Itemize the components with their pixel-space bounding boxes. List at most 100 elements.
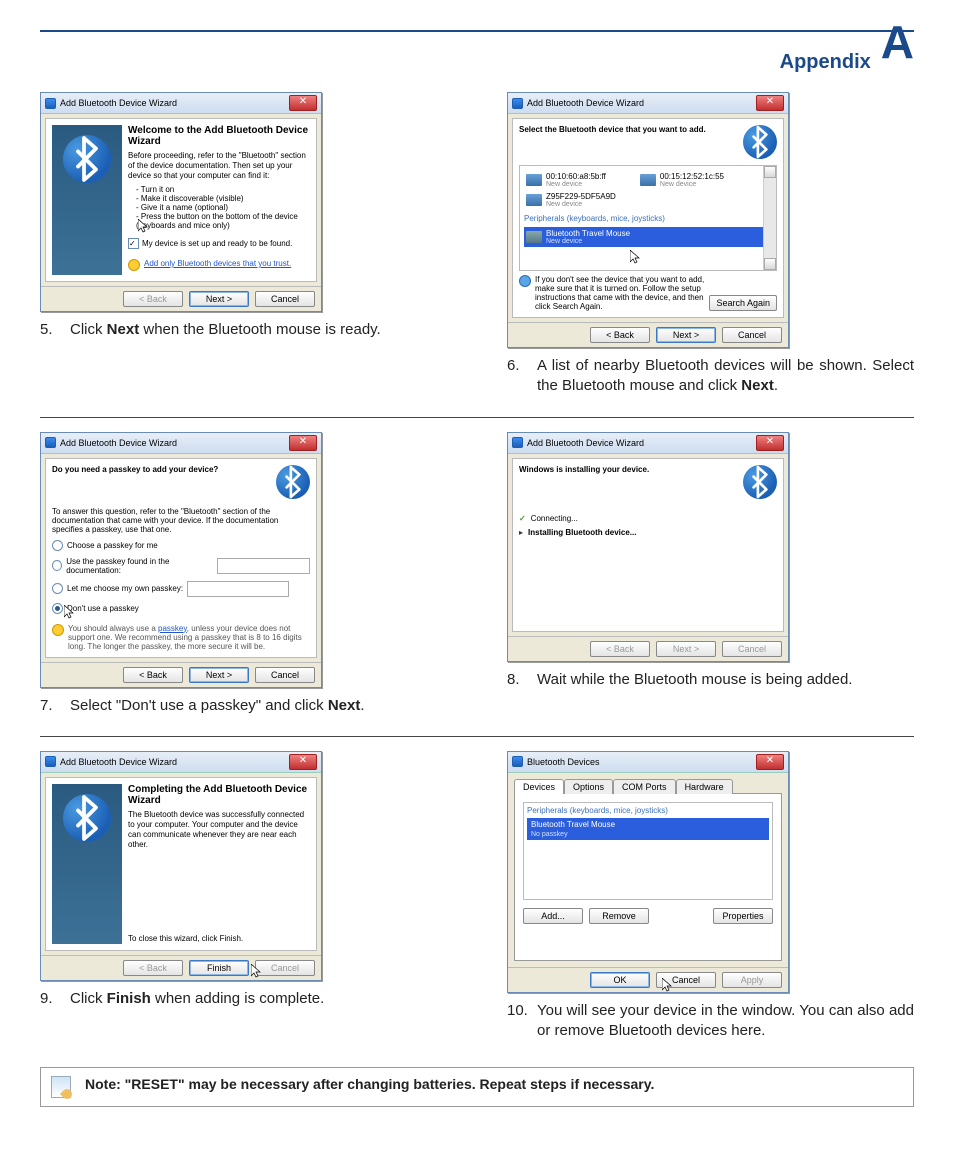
hint-text: If you don't see the device that you wan…	[535, 275, 705, 311]
next-button[interactable]: Next >	[656, 641, 716, 657]
back-button[interactable]: < Back	[590, 641, 650, 657]
step-number: 10.	[507, 1001, 523, 1042]
dialog-heading: Completing the Add Bluetooth Device Wiza…	[128, 784, 310, 806]
installing-heading: Windows is installing your device.	[519, 465, 777, 474]
passkey-field[interactable]	[187, 581, 289, 597]
passkey-option-2[interactable]: Use the passkey found in the documentati…	[52, 557, 310, 575]
divider	[40, 417, 914, 418]
step-7: Add Bluetooth Device Wizard ✕ Do you nee…	[40, 432, 447, 716]
device-item-selected[interactable]: Bluetooth Travel Mouse No passkey	[527, 818, 769, 840]
back-button[interactable]: < Back	[123, 960, 183, 976]
step-text: Wait while the Bluetooth mouse is being …	[537, 670, 914, 690]
bluetooth-logo	[63, 135, 111, 183]
device-category: Peripherals (keyboards, mice, joysticks)	[524, 214, 772, 223]
passkey-question: Do you need a passkey to add your device…	[52, 465, 310, 474]
cancel-button[interactable]: Cancel	[722, 327, 782, 343]
cursor-icon	[138, 219, 148, 233]
back-button[interactable]: < Back	[123, 667, 183, 683]
status-connecting: ✓Connecting...	[519, 514, 777, 523]
bluetooth-icon	[45, 437, 56, 448]
next-button[interactable]: Next >	[189, 667, 249, 683]
check-icon: ✓	[519, 514, 526, 523]
passkey-option-1[interactable]: Choose a passkey for me	[52, 540, 310, 551]
ok-button[interactable]: OK	[590, 972, 650, 988]
cancel-button[interactable]: Cancel	[255, 960, 315, 976]
dialog-heading: Welcome to the Add Bluetooth Device Wiza…	[128, 125, 310, 147]
warning-icon	[128, 259, 140, 271]
passkey-option-3[interactable]: Let me choose my own passkey:	[52, 581, 310, 597]
tab-options[interactable]: Options	[564, 779, 613, 794]
tab-com-ports[interactable]: COM Ports	[613, 779, 676, 794]
close-button[interactable]: ✕	[756, 754, 784, 770]
select-device-dialog: Add Bluetooth Device Wizard ✕ Select the…	[507, 92, 789, 348]
window-title: Add Bluetooth Device Wizard	[60, 98, 177, 108]
apply-button[interactable]: Apply	[722, 972, 782, 988]
back-button[interactable]: < Back	[590, 327, 650, 343]
cursor-icon	[251, 964, 261, 978]
step-10: Bluetooth Devices ✕ Devices Options COM …	[507, 751, 914, 1042]
add-button[interactable]: Add...	[523, 908, 583, 924]
close-instruction: To close this wizard, click Finish.	[128, 934, 310, 944]
scrollbar[interactable]	[763, 166, 776, 270]
bluetooth-icon	[45, 756, 56, 767]
installing-dialog: Add Bluetooth Device Wizard ✕ Windows is…	[507, 432, 789, 662]
device-item[interactable]: 00:15:12:52:1c:55New device	[638, 170, 726, 190]
checkbox-label: My device is set up and ready to be foun…	[142, 239, 292, 248]
remove-button[interactable]: Remove	[589, 908, 649, 924]
close-button[interactable]: ✕	[289, 754, 317, 770]
device-item-selected[interactable]: Bluetooth Travel MouseNew device	[524, 227, 772, 247]
close-button[interactable]: ✕	[289, 95, 317, 111]
window-title: Add Bluetooth Device Wizard	[527, 438, 644, 448]
back-button[interactable]: < Back	[123, 291, 183, 307]
step-8: Add Bluetooth Device Wizard ✕ Windows is…	[507, 432, 914, 716]
window-title: Bluetooth Devices	[527, 757, 600, 767]
step-5: Add Bluetooth Device Wizard ✕ Welcome to…	[40, 92, 447, 397]
passkey-field[interactable]	[217, 558, 310, 574]
close-button[interactable]: ✕	[756, 435, 784, 451]
tab-hardware[interactable]: Hardware	[676, 779, 733, 794]
bluetooth-icon	[512, 98, 523, 109]
tab-body: Peripherals (keyboards, mice, joysticks)…	[514, 793, 782, 961]
bluetooth-logo	[63, 794, 111, 842]
step-number: 5.	[40, 320, 56, 340]
setup-bullets: Turn it on Make it discoverable (visible…	[136, 185, 310, 230]
mouse-icon	[526, 231, 542, 243]
next-button[interactable]: Next >	[656, 327, 716, 343]
bluetooth-devices-dialog: Bluetooth Devices ✕ Devices Options COM …	[507, 751, 789, 993]
cancel-button[interactable]: Cancel	[255, 291, 315, 307]
search-again-button[interactable]: Search Again	[709, 295, 777, 311]
passkey-hint: To answer this question, refer to the "B…	[52, 507, 310, 534]
device-item[interactable]: Z95F229-5DF5A9DNew device	[524, 190, 772, 210]
step-6: Add Bluetooth Device Wizard ✕ Select the…	[507, 92, 914, 397]
checkbox[interactable]: ✓	[128, 238, 139, 249]
page-header: Appendix A	[40, 30, 914, 74]
step-text: Click Next when the Bluetooth mouse is r…	[70, 320, 447, 340]
ready-checkbox-row[interactable]: ✓ My device is set up and ready to be fo…	[128, 238, 310, 249]
step-number: 8.	[507, 670, 523, 690]
tab-devices[interactable]: Devices	[514, 779, 564, 794]
bluetooth-logo	[743, 125, 777, 159]
window-title: Add Bluetooth Device Wizard	[527, 98, 644, 108]
cancel-button[interactable]: Cancel	[722, 641, 782, 657]
close-button[interactable]: ✕	[289, 435, 317, 451]
device-category: Peripherals (keyboards, mice, joysticks)	[527, 806, 769, 815]
passkey-link[interactable]: passkey	[158, 624, 187, 633]
intro-text: Before proceeding, refer to the "Bluetoo…	[128, 151, 310, 181]
finish-button[interactable]: Finish	[189, 960, 249, 976]
close-button[interactable]: ✕	[756, 95, 784, 111]
step-number: 7.	[40, 696, 56, 716]
step-number: 9.	[40, 989, 56, 1009]
device-list[interactable]: Peripherals (keyboards, mice, joysticks)…	[523, 802, 773, 900]
cancel-button[interactable]: Cancel	[255, 667, 315, 683]
properties-button[interactable]: Properties	[713, 908, 773, 924]
device-list[interactable]: 00:10:60:a8:5b:ffNew device 00:15:12:52:…	[519, 165, 777, 271]
button-bar: < Back Next > Cancel	[41, 286, 321, 311]
passkey-option-4[interactable]: Don't use a passkey	[52, 603, 310, 614]
next-button[interactable]: Next >	[189, 291, 249, 307]
step-text: A list of nearby Bluetooth devices will …	[537, 356, 914, 397]
tab-strip: Devices Options COM Ports Hardware	[514, 779, 782, 794]
warning-link[interactable]: Add only Bluetooth devices that you trus…	[144, 259, 291, 271]
device-item[interactable]: 00:10:60:a8:5b:ffNew device	[524, 170, 608, 190]
side-panel	[52, 125, 122, 275]
cursor-icon	[662, 978, 672, 992]
